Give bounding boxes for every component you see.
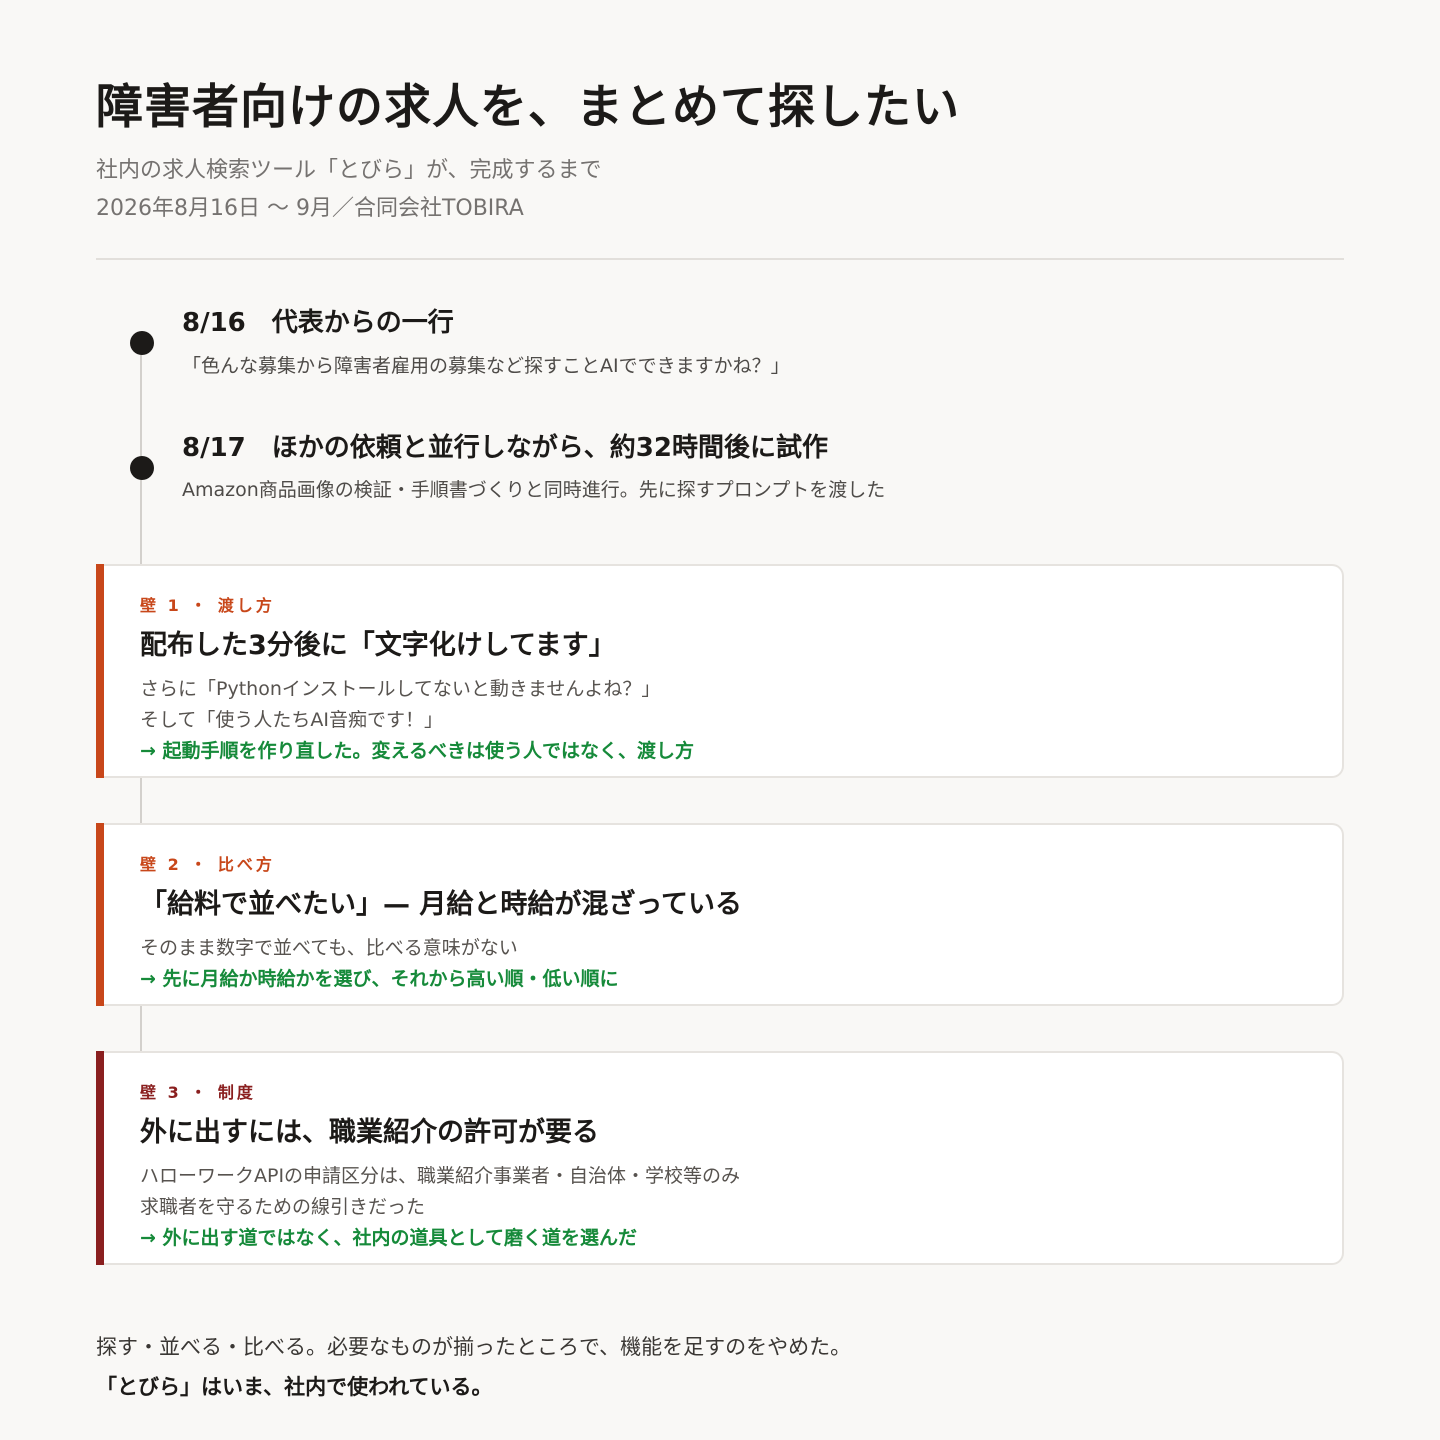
timeline-dot bbox=[130, 331, 154, 355]
wall-title: 外に出すには、職業紹介の許可が要る bbox=[140, 1117, 599, 1148]
footer-closing: 「とびら」はいま、社内で使われている。 bbox=[96, 1375, 493, 1399]
wall-details: さらに「Pythonインストールしてないと動きませんよね？」 そして「使う人たち… bbox=[140, 674, 1342, 767]
wall-detail-line: 求職者を守るための線引きだった bbox=[140, 1196, 426, 1218]
wall-accent-bar bbox=[96, 823, 104, 1006]
wall-card: 壁 1 ・ 渡し方 配布した3分後に「文字化けしてます」 さらに「Pythonイ… bbox=[96, 564, 1344, 778]
timeline-line bbox=[140, 1004, 142, 1052]
header-divider bbox=[96, 258, 1344, 260]
wall-tag: 壁 2 ・ 比べ方 bbox=[140, 855, 275, 874]
wall-accent-bar bbox=[96, 564, 104, 778]
event-body: Amazon商品画像の検証・手順書づくりと同時進行。先に探すプロンプトを渡した bbox=[182, 479, 886, 501]
wall-card: 壁 3 ・ 制度 外に出すには、職業紹介の許可が要る ハローワークAPIの申請区… bbox=[96, 1051, 1344, 1265]
event-heading: 8/17 ほかの依頼と並行しながら、約32時間後に試作 bbox=[182, 433, 828, 463]
wall-detail-line: そして「使う人たちAI音痴です！」 bbox=[140, 709, 444, 731]
wall-detail-line: ハローワークAPIの申請区分は、職業紹介事業者・自治体・学校等のみ bbox=[140, 1165, 741, 1187]
timeline-line bbox=[140, 340, 142, 566]
timeline-dot bbox=[130, 456, 154, 480]
wall-details: そのまま数字で並べても、比べる意味がない → 先に月給か時給かを選び、それから高… bbox=[140, 933, 1342, 995]
wall-title: 配布した3分後に「文字化けしてます」 bbox=[140, 630, 616, 661]
timeline-line bbox=[140, 776, 142, 824]
footer-summary: 探す・並べる・比べる。必要なものが揃ったところで、機能を足すのをやめた。 bbox=[96, 1335, 852, 1359]
wall-tag: 壁 1 ・ 渡し方 bbox=[140, 596, 275, 615]
wall-conclusion: → 外に出す道ではなく、社内の道具として磨く道を選んだ bbox=[140, 1227, 637, 1249]
event-heading: 8/16 代表からの一行 bbox=[182, 308, 454, 338]
wall-detail-line: そのまま数字で並べても、比べる意味がない bbox=[140, 937, 518, 959]
wall-title: 「給料で並べたい」— 月給と時給が混ざっている bbox=[140, 889, 743, 920]
page-title: 障害者向けの求人を、まとめて探したい bbox=[96, 80, 960, 135]
page-meta: 2026年8月16日 〜 9月／合同会社TOBIRA bbox=[96, 196, 524, 221]
wall-tag: 壁 3 ・ 制度 bbox=[140, 1083, 256, 1102]
wall-accent-bar bbox=[96, 1051, 104, 1265]
wall-detail-line: さらに「Pythonインストールしてないと動きませんよね？」 bbox=[140, 678, 661, 700]
event-body: 「色んな募集から障害者雇用の募集など探すことAIでできますかね？」 bbox=[182, 355, 790, 377]
wall-conclusion: → 先に月給か時給かを選び、それから高い順・低い順に bbox=[140, 968, 619, 990]
wall-conclusion: → 起動手順を作り直した。変えるべきは使う人ではなく、渡し方 bbox=[140, 740, 694, 762]
page: 障害者向けの求人を、まとめて探したい 社内の求人検索ツール「とびら」が、完成する… bbox=[0, 0, 1440, 1440]
page-subtitle: 社内の求人検索ツール「とびら」が、完成するまで bbox=[96, 158, 602, 183]
wall-card: 壁 2 ・ 比べ方 「給料で並べたい」— 月給と時給が混ざっている そのまま数字… bbox=[96, 823, 1344, 1006]
wall-details: ハローワークAPIの申請区分は、職業紹介事業者・自治体・学校等のみ 求職者を守る… bbox=[140, 1161, 1342, 1254]
